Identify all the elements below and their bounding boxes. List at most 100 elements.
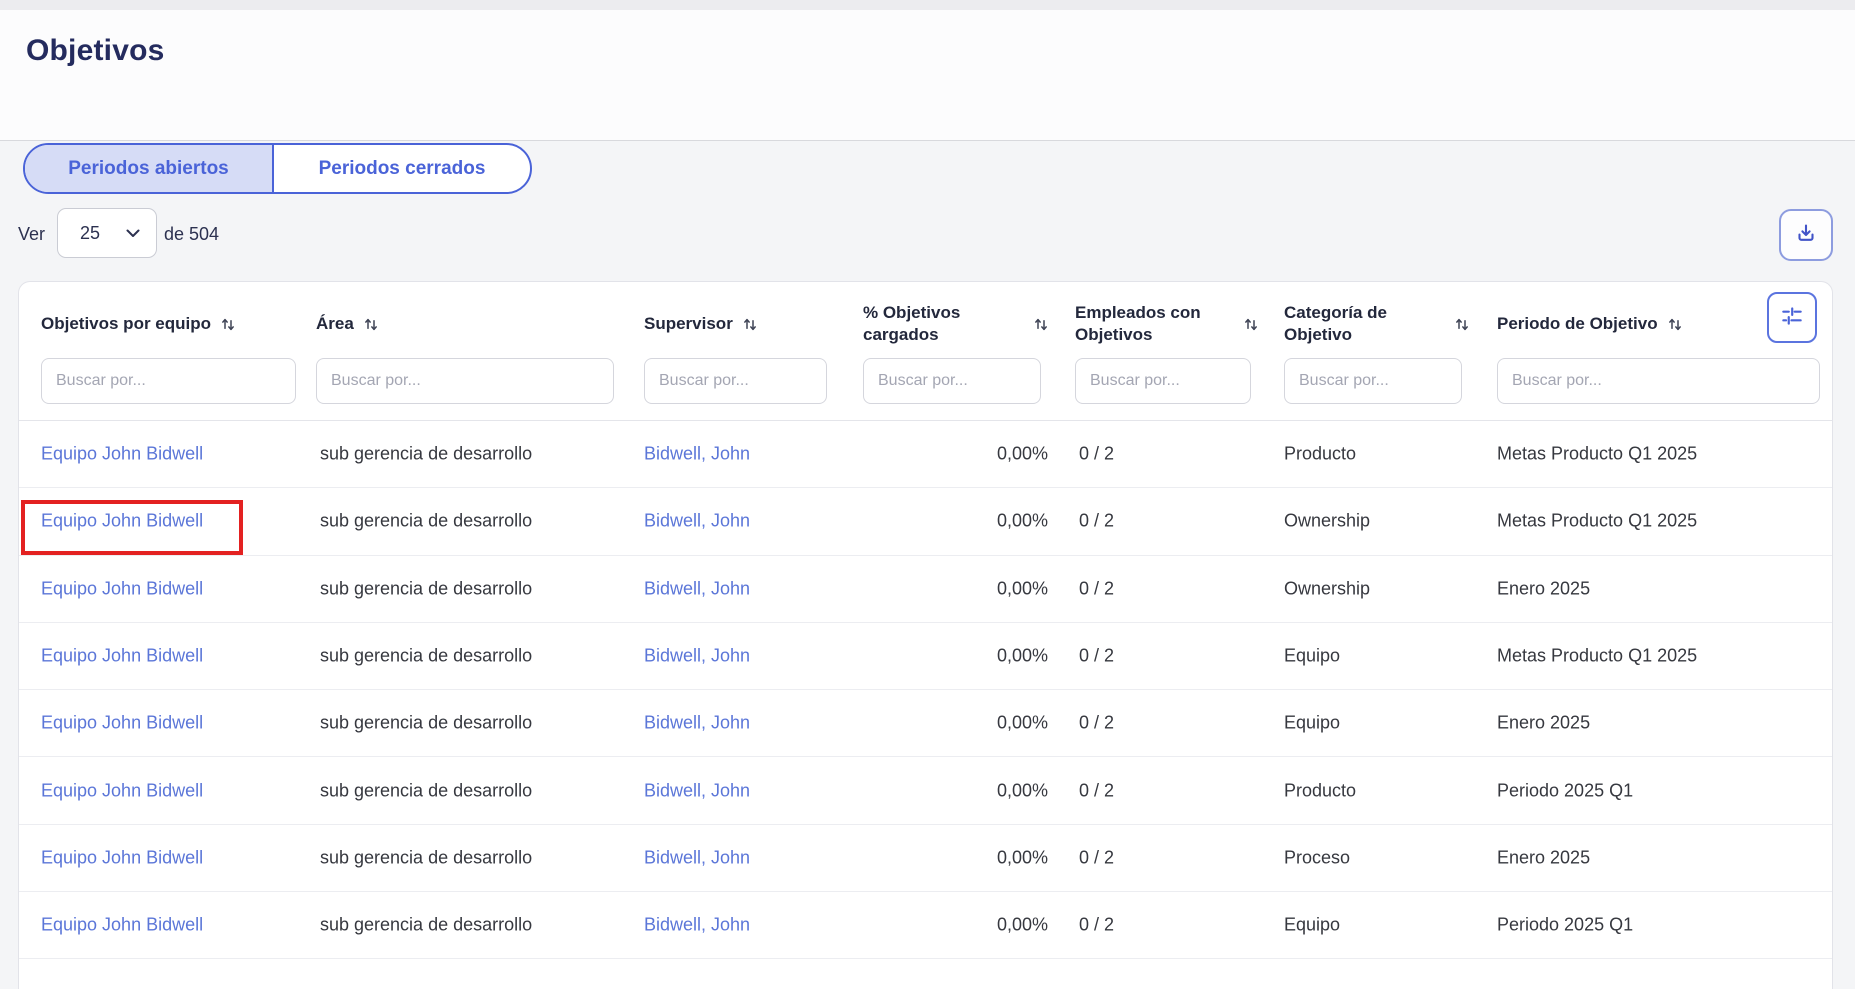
supervisor-link[interactable]: Bidwell, John (644, 780, 750, 801)
sort-arrows-icon[interactable] (220, 316, 236, 332)
supervisor-link[interactable]: Bidwell, John (644, 713, 750, 734)
page-size-select[interactable]: 25 (57, 208, 157, 258)
filter-input-categoria[interactable] (1284, 358, 1462, 404)
supervisor-link[interactable]: Bidwell, John (644, 511, 750, 532)
sort-arrows-icon[interactable] (1667, 316, 1683, 332)
periodo-cell: Metas Producto Q1 2025 (1497, 444, 1697, 465)
periodo-cell: Enero 2025 (1497, 847, 1590, 868)
categoria-cell: Equipo (1284, 646, 1340, 667)
page-header: Objetivos (0, 10, 1855, 141)
tab-periodos-abiertos[interactable]: Periodos abiertos (25, 145, 274, 192)
area-cell: sub gerencia de desarrollo (320, 444, 532, 465)
area-cell: sub gerencia de desarrollo (320, 780, 532, 801)
periodo-cell: Enero 2025 (1497, 578, 1590, 599)
periodo-cell: Metas Producto Q1 2025 (1497, 646, 1697, 667)
sort-arrows-icon[interactable] (363, 316, 379, 332)
periodo-cell: Metas Producto Q1 2025 (1497, 511, 1697, 532)
sliders-icon (1779, 303, 1805, 332)
team-link[interactable]: Equipo John Bidwell (41, 578, 203, 599)
sort-arrows-icon[interactable] (1033, 316, 1049, 332)
empleados-cell: 0 / 2 (1079, 578, 1114, 599)
empleados-cell: 0 / 2 (1079, 847, 1114, 868)
empleados-cell: 0 / 2 (1079, 444, 1114, 465)
team-link[interactable]: Equipo John Bidwell (41, 915, 203, 936)
tab-periodos-cerrados[interactable]: Periodos cerrados (274, 145, 530, 192)
filter-input-pct-objetivos[interactable] (863, 358, 1041, 404)
chevron-down-icon (126, 229, 140, 238)
pct-objetivos-cell: 0,00% (863, 847, 1048, 868)
page-size-label: Ver (18, 224, 45, 245)
page-title: Objetivos (26, 34, 165, 68)
supervisor-link[interactable]: Bidwell, John (644, 444, 750, 465)
area-cell: sub gerencia de desarrollo (320, 511, 532, 532)
area-cell: sub gerencia de desarrollo (320, 646, 532, 667)
objectives-table: Objetivos por equipo Área Supervisor % O… (18, 281, 1833, 989)
table-row: Equipo John Bidwell sub gerencia de desa… (19, 757, 1832, 824)
categoria-cell: Ownership (1284, 578, 1370, 599)
categoria-cell: Proceso (1284, 847, 1350, 868)
table-row: Equipo John Bidwell sub gerencia de desa… (19, 623, 1832, 690)
empleados-cell: 0 / 2 (1079, 646, 1114, 667)
area-cell: sub gerencia de desarrollo (320, 847, 532, 868)
pct-objetivos-cell: 0,00% (863, 780, 1048, 801)
sort-arrows-icon[interactable] (1454, 316, 1470, 332)
column-header-periodo-de-objetivo[interactable]: Periodo de Objetivo (1497, 298, 1683, 350)
filter-input-supervisor[interactable] (644, 358, 827, 404)
team-link[interactable]: Equipo John Bidwell (41, 713, 203, 734)
pct-objetivos-cell: 0,00% (863, 578, 1048, 599)
table-row: Equipo John Bidwell sub gerencia de desa… (19, 556, 1832, 623)
supervisor-link[interactable]: Bidwell, John (644, 847, 750, 868)
column-header-pct-objetivos-cargados[interactable]: % Objetivos cargados (863, 298, 1049, 350)
column-settings-button[interactable] (1767, 292, 1817, 343)
supervisor-link[interactable]: Bidwell, John (644, 915, 750, 936)
table-row: Equipo John Bidwell sub gerencia de desa… (19, 421, 1832, 488)
categoria-cell: Producto (1284, 780, 1356, 801)
pct-objetivos-cell: 0,00% (863, 915, 1048, 936)
column-header-categoria-de-objetivo[interactable]: Categoría de Objetivo (1284, 298, 1470, 350)
column-header-area[interactable]: Área (316, 298, 379, 350)
periodo-cell: Enero 2025 (1497, 713, 1590, 734)
sort-arrows-icon[interactable] (742, 316, 758, 332)
download-icon (1794, 222, 1818, 249)
objectives-page: Objetivos Periodos abiertos Periodos cer… (0, 0, 1855, 989)
table-header: Objetivos por equipo Área Supervisor % O… (19, 282, 1832, 421)
categoria-cell: Equipo (1284, 713, 1340, 734)
team-link[interactable]: Equipo John Bidwell (41, 444, 203, 465)
team-link[interactable]: Equipo John Bidwell (41, 847, 203, 868)
empleados-cell: 0 / 2 (1079, 713, 1114, 734)
table-row: Equipo John Bidwell sub gerencia de desa… (19, 825, 1832, 892)
pct-objetivos-cell: 0,00% (863, 713, 1048, 734)
categoria-cell: Ownership (1284, 511, 1370, 532)
area-cell: sub gerencia de desarrollo (320, 713, 532, 734)
supervisor-link[interactable]: Bidwell, John (644, 646, 750, 667)
filter-input-objetivos-por-equipo[interactable] (41, 358, 296, 404)
categoria-cell: Producto (1284, 444, 1356, 465)
area-cell: sub gerencia de desarrollo (320, 915, 532, 936)
filter-input-empleados[interactable] (1075, 358, 1251, 404)
filter-input-area[interactable] (316, 358, 614, 404)
empleados-cell: 0 / 2 (1079, 915, 1114, 936)
table-row: Equipo John Bidwell sub gerencia de desa… (19, 690, 1832, 757)
empleados-cell: 0 / 2 (1079, 511, 1114, 532)
column-header-supervisor[interactable]: Supervisor (644, 298, 758, 350)
filter-input-periodo[interactable] (1497, 358, 1820, 404)
area-cell: sub gerencia de desarrollo (320, 578, 532, 599)
team-link[interactable]: Equipo John Bidwell (41, 780, 203, 801)
table-row: Equipo John Bidwell sub gerencia de desa… (19, 892, 1832, 959)
pct-objetivos-cell: 0,00% (863, 444, 1048, 465)
top-strip (0, 0, 1855, 10)
supervisor-link[interactable]: Bidwell, John (644, 578, 750, 599)
download-button[interactable] (1779, 209, 1833, 261)
column-header-empleados-con-objetivos[interactable]: Empleados con Objetivos (1075, 298, 1259, 350)
total-count-label: de 504 (164, 224, 219, 245)
team-link[interactable]: Equipo John Bidwell (41, 646, 203, 667)
sort-arrows-icon[interactable] (1243, 316, 1259, 332)
table-body: Equipo John Bidwell sub gerencia de desa… (19, 421, 1832, 959)
empleados-cell: 0 / 2 (1079, 780, 1114, 801)
column-header-objetivos-por-equipo[interactable]: Objetivos por equipo (41, 298, 236, 350)
pct-objetivos-cell: 0,00% (863, 646, 1048, 667)
periodo-cell: Periodo 2025 Q1 (1497, 915, 1633, 936)
periodo-cell: Periodo 2025 Q1 (1497, 780, 1633, 801)
team-link[interactable]: Equipo John Bidwell (41, 511, 203, 532)
period-tabs: Periodos abiertos Periodos cerrados (23, 143, 532, 194)
